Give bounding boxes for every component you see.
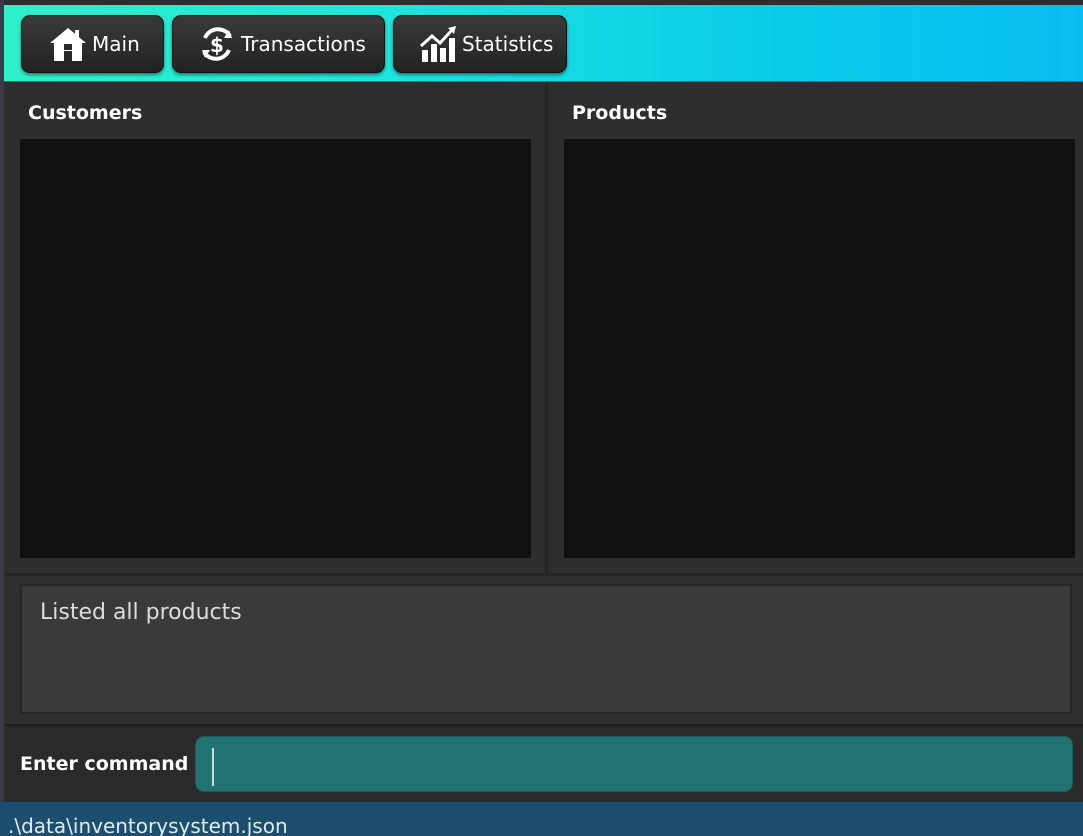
tab-transactions-label: Transactions: [241, 32, 366, 56]
panel-divider[interactable]: [545, 82, 548, 574]
lists-area: Customers Products: [4, 82, 1083, 576]
products-title: Products: [572, 102, 668, 124]
tab-main-label: Main: [92, 32, 140, 56]
customers-list[interactable]: [20, 139, 531, 558]
result-display-area: Listed all products: [4, 576, 1083, 722]
save-location-path: .\data\inventorysystem.json: [8, 814, 288, 836]
customers-panel: Customers: [4, 82, 544, 574]
tab-main[interactable]: Main: [21, 15, 164, 73]
top-toolbar: Main $ Transactions Statistics: [4, 5, 1083, 82]
tab-statistics-label: Statistics: [462, 32, 554, 56]
command-bar: Enter command: [4, 724, 1083, 804]
result-display[interactable]: Listed all products: [20, 584, 1072, 714]
products-list[interactable]: [564, 139, 1075, 558]
command-input[interactable]: [195, 736, 1073, 792]
status-bar: .\data\inventorysystem.json: [0, 802, 1083, 836]
svg-text:$: $: [210, 33, 224, 57]
command-label: Enter command: [20, 753, 189, 775]
tab-transactions[interactable]: $ Transactions: [172, 15, 385, 73]
tab-statistics[interactable]: Statistics: [393, 15, 567, 73]
customers-title: Customers: [28, 102, 143, 124]
dollar-cycle-icon: $: [197, 24, 237, 64]
app-window: Main $ Transactions Statistics Customers…: [0, 0, 1083, 836]
text-caret: [212, 748, 214, 786]
home-icon: [48, 24, 88, 64]
chart-up-icon: [418, 24, 458, 64]
products-panel: Products: [549, 82, 1083, 574]
